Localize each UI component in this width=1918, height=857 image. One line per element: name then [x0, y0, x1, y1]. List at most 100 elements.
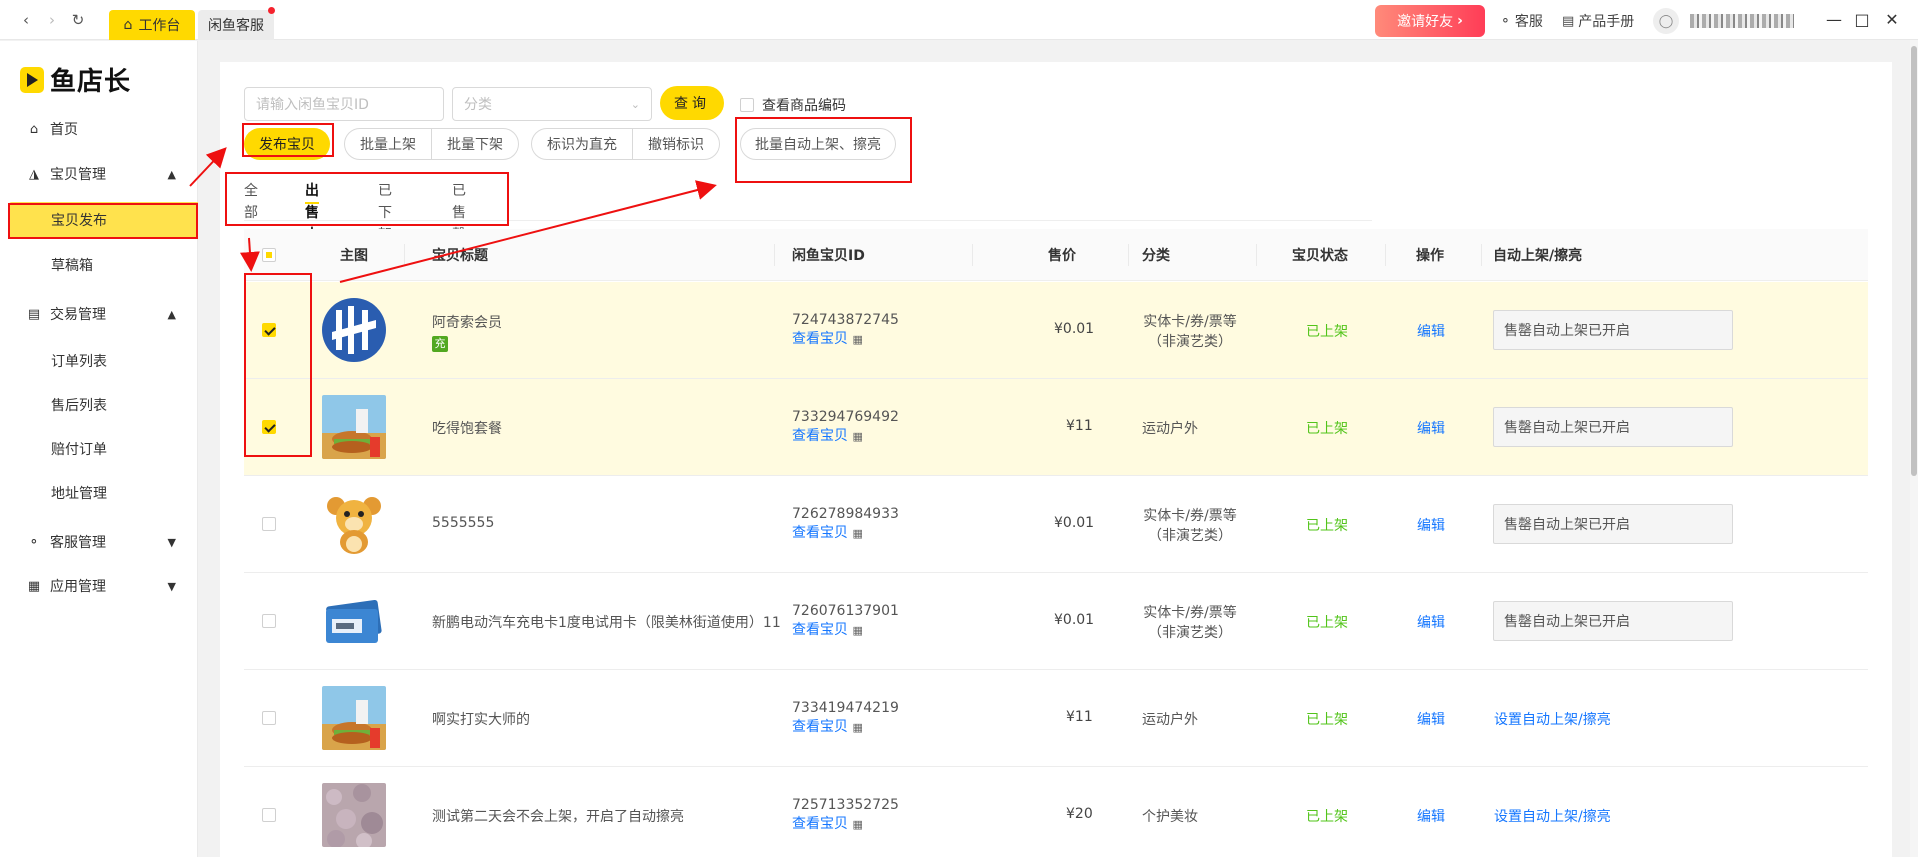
back-icon[interactable]: ‹	[18, 12, 34, 28]
sidebar-item-home[interactable]: ⌂ 首页	[0, 111, 198, 147]
item-price: ¥11	[1066, 709, 1093, 725]
edit-link[interactable]: 编辑	[1417, 806, 1445, 826]
sidebar-group-service[interactable]: ⚬ 客服管理 ▼	[0, 524, 198, 560]
sidebar-group-goods[interactable]: ◮ 宝贝管理 ▲	[0, 156, 198, 192]
view-item-link[interactable]: 查看宝贝	[792, 428, 848, 444]
product-thumbnail[interactable]	[322, 298, 386, 362]
item-price: ¥11	[1066, 418, 1093, 434]
tab-off-shelf[interactable]: 已下架	[378, 180, 392, 243]
batch-auto-button[interactable]: 批量自动上架、擦亮	[740, 128, 896, 160]
qrcode-icon[interactable]: ▦	[852, 818, 862, 831]
product-thumbnail[interactable]	[322, 492, 386, 556]
item-category: 个护美妆	[1142, 809, 1198, 825]
product-thumbnail[interactable]	[322, 783, 386, 847]
row-checkbox[interactable]	[262, 711, 276, 725]
edit-link[interactable]: 编辑	[1417, 709, 1445, 729]
sidebar-item-orders[interactable]: 订单列表	[0, 343, 198, 379]
view-item-link[interactable]: 查看宝贝	[792, 622, 848, 638]
batch-down-button[interactable]: 批量下架	[431, 128, 519, 160]
sidebar-item-address[interactable]: 地址管理	[0, 475, 198, 511]
customer-service-link[interactable]: ⚬ 客服	[1500, 11, 1543, 31]
edit-link[interactable]: 编辑	[1417, 515, 1445, 535]
view-item-link[interactable]: 查看宝贝	[792, 816, 848, 832]
scrollbar-thumb[interactable]	[1911, 46, 1917, 476]
edit-link[interactable]: 编辑	[1417, 418, 1445, 438]
tab-sold-out[interactable]: 已售罄	[452, 180, 466, 243]
product-thumbnail[interactable]	[322, 395, 386, 459]
sidebar-item-drafts[interactable]: 草稿箱	[0, 247, 198, 283]
auto-relist-label: 售罄自动上架已开启	[1504, 614, 1630, 630]
auto-relist-status[interactable]: 售罄自动上架已开启	[1493, 310, 1733, 350]
query-button[interactable]: 查询	[660, 86, 724, 120]
row-checkbox[interactable]	[262, 323, 276, 337]
avatar[interactable]: ◯	[1653, 8, 1679, 34]
status-badge: 已上架	[1306, 615, 1348, 631]
tab-on-sale[interactable]: 出售中	[305, 180, 319, 243]
tab-xianyu-service[interactable]: 闲鱼客服	[198, 7, 275, 40]
invite-friends-button[interactable]: 邀请好友 ›	[1375, 5, 1485, 37]
show-code-toggle[interactable]: 查看商品编码	[740, 95, 846, 115]
logo: 鱼店长	[20, 61, 131, 98]
username-redacted	[1690, 14, 1794, 28]
chevron-up-icon: ▲	[167, 167, 176, 181]
close-icon[interactable]: ✕	[1882, 10, 1902, 30]
select-all-checkbox[interactable]	[262, 248, 276, 262]
item-category-cell: 实体卡/券/票等 （非演艺类）	[1142, 505, 1238, 545]
product-thumbnail[interactable]	[322, 686, 386, 750]
view-item-link[interactable]: 查看宝贝	[792, 331, 848, 347]
qrcode-icon[interactable]: ▦	[852, 527, 862, 540]
sidebar-item-publish[interactable]: 宝贝发布	[8, 202, 198, 238]
sidebar-group-trade[interactable]: ▤ 交易管理 ▲	[0, 296, 198, 332]
table-row[interactable]: 啊实打实大师的 733419474219 查看宝贝 ▦ ¥11 运动户外 已上架…	[244, 670, 1868, 767]
maximize-icon[interactable]: □	[1852, 10, 1872, 30]
row-checkbox[interactable]	[262, 517, 276, 531]
edit-link[interactable]: 编辑	[1417, 321, 1445, 341]
row-checkbox[interactable]	[262, 420, 276, 434]
table-row[interactable]: 测试第二天会不会上架，开启了自动擦亮 725713352725 查看宝贝 ▦ ¥…	[244, 767, 1868, 857]
chevron-up-icon: ▲	[167, 307, 176, 321]
auto-relist-status[interactable]: 售罄自动上架已开启	[1493, 407, 1733, 447]
tab-all[interactable]: 全部	[244, 180, 258, 221]
edit-link[interactable]: 编辑	[1417, 612, 1445, 632]
auto-relist-status[interactable]: 售罄自动上架已开启	[1493, 601, 1733, 641]
table-row[interactable]: 新鹏电动汽车充电卡1度电试用卡（限美林街道使用）11 726076137901 …	[244, 573, 1868, 670]
product-manual-link[interactable]: ▤ 产品手册	[1562, 11, 1634, 31]
auto-relist-label: 售罄自动上架已开启	[1504, 517, 1630, 533]
auto-relist-label: 售罄自动上架已开启	[1504, 420, 1630, 436]
batch-down-label: 批量下架	[447, 137, 503, 153]
tab-workbench[interactable]: ⌂ 工作台	[109, 10, 195, 40]
forward-icon[interactable]: ›	[44, 12, 60, 28]
thumbnail-graphic	[322, 492, 386, 556]
view-item-link[interactable]: 查看宝贝	[792, 525, 848, 541]
unmark-button[interactable]: 撤销标识	[632, 128, 720, 160]
view-item-link[interactable]: 查看宝贝	[792, 719, 848, 735]
category-select[interactable]: 分类 ⌄	[452, 87, 652, 121]
table-row[interactable]: 5555555 726278984933 查看宝贝 ▦ ¥0.01 实体卡/券/…	[244, 476, 1868, 573]
product-thumbnail[interactable]	[322, 589, 386, 653]
qrcode-icon[interactable]: ▦	[852, 721, 862, 734]
qrcode-icon[interactable]: ▦	[852, 333, 862, 346]
sidebar-item-after-sale[interactable]: 售后列表	[0, 387, 198, 423]
set-auto-relist-link[interactable]: 设置自动上架/擦亮	[1494, 806, 1611, 826]
row-checkbox[interactable]	[262, 808, 276, 822]
table-row[interactable]: 阿奇索会员 充 724743872745 查看宝贝 ▦ ¥0.01 实体卡/券/…	[244, 282, 1868, 379]
table-row[interactable]: 吃得饱套餐 733294769492 查看宝贝 ▦ ¥11 运动户外 已上架 编…	[244, 379, 1868, 476]
mark-direct-button[interactable]: 标识为直充	[531, 128, 633, 160]
qrcode-icon[interactable]: ▦	[852, 430, 862, 443]
show-code-checkbox[interactable]	[740, 98, 754, 112]
select-all-cell	[262, 229, 276, 281]
search-input[interactable]: 请输入闲鱼宝贝ID	[244, 87, 444, 121]
minimize-icon[interactable]: —	[1824, 10, 1844, 30]
qrcode-icon[interactable]: ▦	[852, 624, 862, 637]
sidebar-group-apps[interactable]: ▦ 应用管理 ▼	[0, 568, 198, 604]
item-id-cell: 724743872745 查看宝贝 ▦	[792, 312, 899, 348]
item-title: 测试第二天会不会上架，开启了自动擦亮	[432, 809, 684, 825]
row-checkbox[interactable]	[262, 614, 276, 628]
refresh-icon[interactable]: ↻	[70, 12, 86, 28]
set-auto-relist-link[interactable]: 设置自动上架/擦亮	[1494, 709, 1611, 729]
auto-relist-status[interactable]: 售罄自动上架已开启	[1493, 504, 1733, 544]
publish-item-button[interactable]: 发布宝贝	[244, 128, 330, 160]
sidebar-item-label: 宝贝发布	[51, 213, 107, 229]
sidebar-item-compensation[interactable]: 赔付订单	[0, 431, 198, 467]
batch-up-button[interactable]: 批量上架	[344, 128, 432, 160]
